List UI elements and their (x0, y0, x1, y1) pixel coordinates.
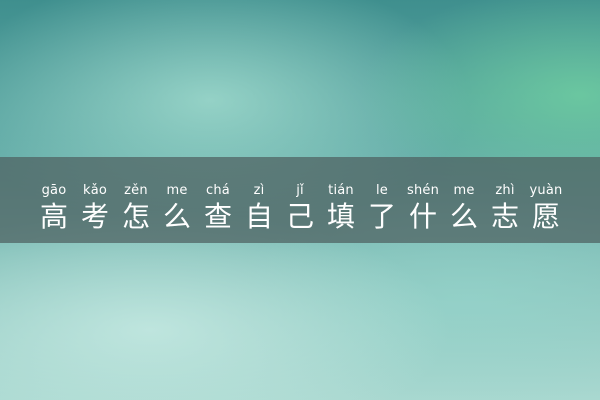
title-char: chá 查 (201, 183, 236, 234)
title-char: me 么 (447, 183, 482, 234)
hanzi-char: 什 (408, 200, 437, 233)
pinyin-label: shén (406, 183, 440, 198)
pinyin-label: gāo (41, 183, 67, 198)
title-with-pinyin: gāo 高 kǎo 考 zěn 怎 me 么 chá 查 zì 自 jǐ 己 t… (0, 157, 600, 243)
hanzi-char: 考 (80, 200, 109, 233)
pinyin-label: zì (253, 183, 265, 198)
title-char: zěn 怎 (119, 183, 154, 234)
hanzi-char: 了 (367, 200, 396, 233)
pinyin-label: me (453, 183, 475, 198)
pinyin-label: le (375, 183, 388, 198)
pinyin-label: tián (328, 183, 354, 198)
hanzi-char: 么 (162, 200, 191, 233)
title-char: yuàn 愿 (529, 183, 564, 234)
title-char: zhì 志 (488, 183, 523, 234)
title-char: kǎo 考 (78, 183, 113, 234)
pinyin-label: chá (206, 183, 230, 198)
hanzi-char: 愿 (531, 200, 560, 233)
pinyin-label: jǐ (296, 183, 304, 198)
pinyin-label: zhì (495, 183, 515, 198)
pinyin-label: kǎo (82, 183, 108, 198)
title-char: zì 自 (242, 183, 277, 234)
hanzi-char: 怎 (121, 200, 150, 233)
title-char: tián 填 (324, 183, 359, 234)
title-banner: gāo 高 kǎo 考 zěn 怎 me 么 chá 查 zì 自 jǐ 己 t… (0, 157, 600, 243)
pinyin-label: zěn (124, 183, 148, 198)
title-char: gāo 高 (37, 183, 72, 234)
pinyin-label: yuàn (529, 183, 563, 198)
hanzi-char: 自 (244, 200, 273, 233)
hanzi-char: 高 (39, 200, 68, 233)
title-char: me 么 (160, 183, 195, 234)
pinyin-label: me (166, 183, 188, 198)
title-char: jǐ 己 (283, 183, 318, 234)
title-char: le 了 (365, 183, 400, 234)
hanzi-char: 己 (285, 200, 314, 233)
hanzi-char: 志 (490, 200, 519, 233)
hanzi-char: 填 (326, 200, 355, 233)
hanzi-char: 查 (203, 200, 232, 233)
hanzi-char: 么 (449, 200, 478, 233)
title-char: shén 什 (406, 183, 441, 234)
